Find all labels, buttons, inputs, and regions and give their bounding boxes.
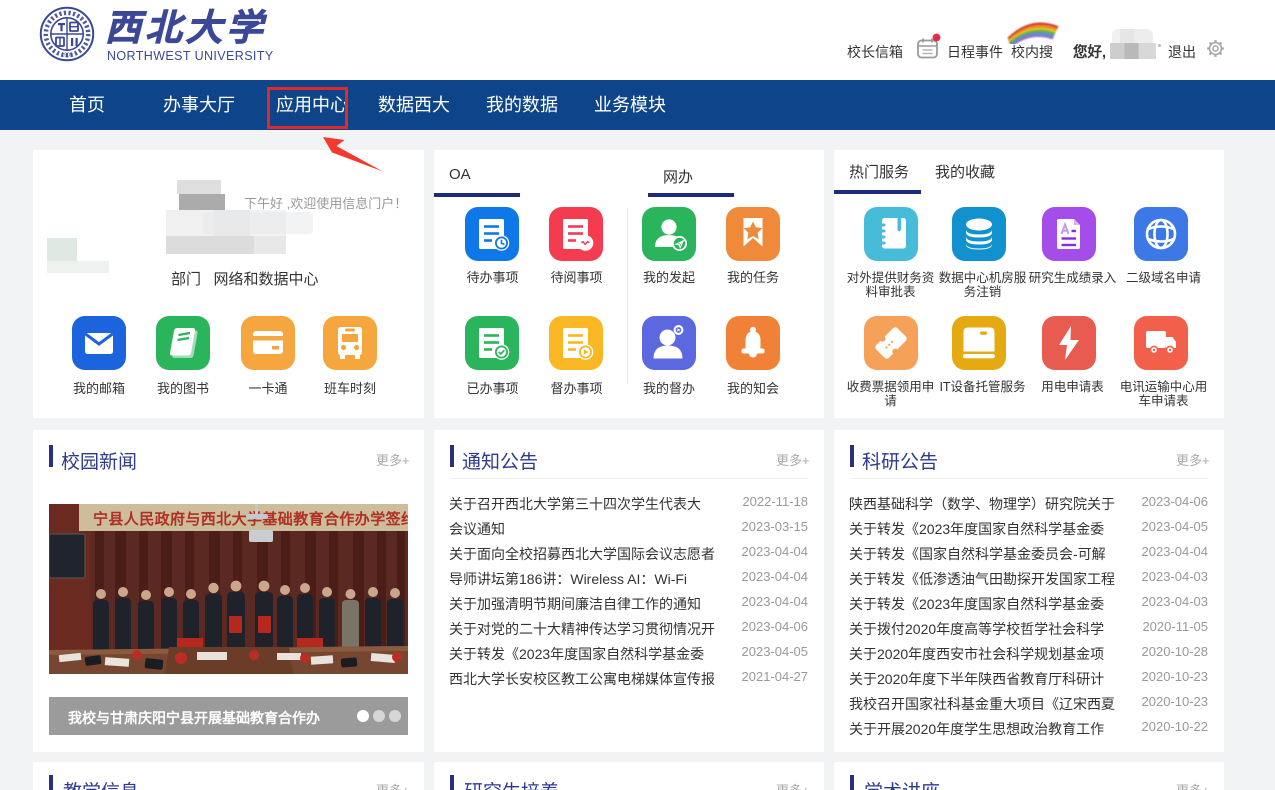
svg-text:1902: 1902 [61,53,73,59]
